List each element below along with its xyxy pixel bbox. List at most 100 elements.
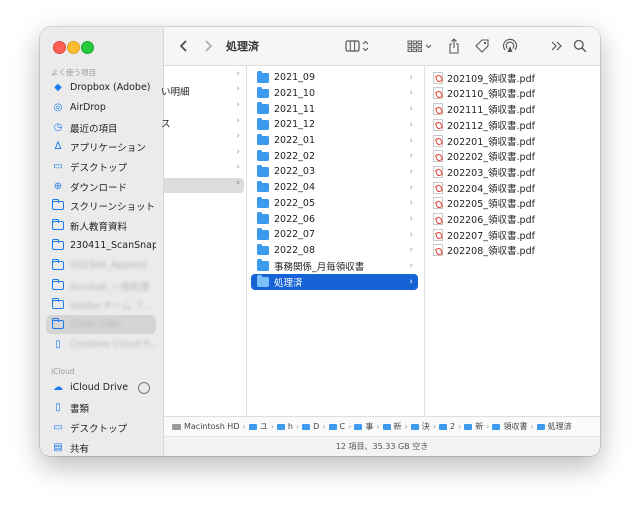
sidebar-item-adobe-team[interactable]: Adobe チーム フ...: [46, 295, 156, 314]
pdf-file-icon: [433, 118, 443, 131]
sidebar-item-label: ダウンロード: [70, 182, 128, 194]
file-row[interactable]: 202204_領収書.pdf: [429, 180, 589, 196]
file-name: 202112_領収書.pdf: [447, 120, 535, 132]
sidebar-item-clean[interactable]: Clean Clan: [46, 315, 156, 334]
folder-row[interactable]: 2022_05 ›: [251, 196, 418, 212]
double-chevron-icon: [551, 41, 562, 51]
list-item[interactable]: ›: [164, 100, 244, 115]
list-item[interactable]: ›: [164, 147, 244, 162]
file-row[interactable]: 202111_領収書.pdf: [429, 101, 589, 117]
file-row[interactable]: 202201_領収書.pdf: [429, 133, 589, 149]
sidebar-item-icloud-drive[interactable]: ☁ iCloud Drive: [46, 378, 156, 397]
pdf-file-icon: [433, 87, 443, 100]
sidebar-item-downloads[interactable]: ⊕ ダウンロード: [46, 177, 156, 196]
list-item[interactable]: ス ›: [161, 116, 244, 131]
close-button[interactable]: [53, 41, 66, 54]
list-item[interactable]: ›: [164, 69, 244, 84]
folder-row[interactable]: 2022_04 ›: [251, 180, 418, 196]
search-button[interactable]: [572, 37, 588, 55]
path-segment[interactable]: 新: [464, 421, 483, 432]
path-segment-label: 2: [449, 422, 456, 431]
file-row[interactable]: 202112_領収書.pdf: [429, 117, 589, 133]
group-button[interactable]: [407, 37, 435, 55]
folder-row[interactable]: 2022_03 ›: [251, 164, 418, 180]
sidebar-item-recents[interactable]: ◷ 最近の項目: [46, 118, 156, 137]
path-segment-label: ユ: [259, 422, 268, 431]
sidebar-item-appleid[interactable]: 202304_AppleId: [46, 256, 156, 275]
sidebar-item-icloud-desktop[interactable]: ▭ デスクトップ: [46, 418, 156, 437]
forward-button[interactable]: [200, 37, 216, 55]
sidebar-item-scansnap[interactable]: 230411_ScanSnap: [46, 236, 156, 255]
sidebar-item-documents[interactable]: ▯ 書類: [46, 398, 156, 417]
pdf-file-icon: [433, 228, 443, 241]
path-segment[interactable]: 処理済: [536, 421, 572, 432]
sidebar-item-applications[interactable]: ᐃ アプリケーション: [46, 137, 156, 156]
folder-icon: [257, 243, 269, 256]
folder-icon: [382, 423, 391, 430]
sidebar-item-desktop[interactable]: ▭ デスクトップ: [46, 157, 156, 176]
folder-row[interactable]: 2021_09 ›: [251, 70, 418, 86]
list-item[interactable]: い明細 ›: [161, 84, 244, 99]
file-row[interactable]: 202206_領収書.pdf: [429, 211, 589, 227]
back-button[interactable]: [176, 37, 192, 55]
file-row[interactable]: 202203_領収書.pdf: [429, 164, 589, 180]
sidebar-item-acrobat[interactable]: Acrobat_一括処理: [46, 276, 156, 295]
folder-row[interactable]: 2022_06 ›: [251, 211, 418, 227]
list-item[interactable]: ›: [164, 162, 244, 177]
chevron-right-icon: ›: [409, 276, 413, 287]
folder-row[interactable]: 2022_07 ›: [251, 227, 418, 243]
file-row[interactable]: 202202_領収書.pdf: [429, 149, 589, 165]
icloud-header: iCloud: [51, 367, 75, 376]
sidebar-item-airdrop[interactable]: ◎ AirDrop: [46, 98, 156, 117]
file-row[interactable]: 202207_領収書.pdf: [429, 227, 589, 243]
sidebar-item-training[interactable]: 新人教育資料: [46, 216, 156, 235]
path-segment[interactable]: 新: [382, 421, 402, 432]
airdrop-button[interactable]: [501, 37, 519, 55]
folder-name: 2022_01: [274, 135, 316, 147]
more-toolbar-button[interactable]: [549, 37, 565, 55]
path-segment[interactable]: C: [328, 422, 345, 431]
minimize-button[interactable]: [67, 41, 80, 54]
sidebar-item-label: デスクトップ: [70, 423, 128, 435]
sidebar-item-shared[interactable]: ▤ 共有: [46, 438, 156, 456]
path-segment[interactable]: 領収書: [492, 421, 527, 432]
folder-row[interactable]: 事務関係_月毎領収書 ›: [251, 258, 418, 274]
path-segment[interactable]: h: [276, 422, 293, 431]
path-separator-icon: ›: [404, 422, 408, 431]
folder-icon: [257, 212, 269, 224]
document-icon: ▯: [55, 402, 61, 413]
file-row[interactable]: 202205_領収書.pdf: [429, 196, 589, 212]
folder-row[interactable]: 2022_02 ›: [251, 149, 418, 165]
path-segment[interactable]: 決: [410, 421, 430, 432]
sidebar-item-dropbox[interactable]: ◆ Dropbox (Adobe): [46, 78, 156, 97]
sidebar-item-screenshots[interactable]: スクリーンショット: [46, 196, 156, 215]
file-row[interactable]: 202110_領収書.pdf: [429, 86, 589, 102]
sidebar-item-label: AirDrop: [70, 102, 106, 113]
tag-button[interactable]: [473, 37, 491, 55]
folder-icon: [51, 259, 65, 273]
path-segment[interactable]: ユ: [248, 421, 268, 432]
cloud-icon: ☁: [53, 382, 63, 393]
folder-row[interactable]: 2021_11 ›: [251, 101, 418, 117]
sidebar-item-creative-cloud[interactable]: ▯ Creative Cloud Fi...: [46, 335, 156, 354]
file-name: 202207_領収書.pdf: [447, 230, 535, 242]
folder-row[interactable]: 2021_12 ›: [251, 117, 418, 133]
list-item-selected[interactable]: ›: [164, 178, 244, 193]
share-button[interactable]: [446, 37, 462, 55]
folder-row[interactable]: 2022_08 ›: [251, 243, 418, 259]
view-mode-button[interactable]: [344, 37, 372, 55]
path-segment[interactable]: D: [302, 422, 319, 431]
file-row[interactable]: 202208_領収書.pdf: [429, 243, 589, 259]
sidebar-item-label: デスクトップ: [70, 162, 128, 174]
folder-icon: [257, 259, 269, 271]
path-segment[interactable]: 事: [354, 421, 373, 432]
list-item[interactable]: ›: [164, 131, 244, 146]
path-segment-disk[interactable]: Macintosh HD: [172, 422, 239, 431]
folder-row[interactable]: 処理済 ›: [251, 274, 418, 290]
folder-row[interactable]: 2021_10 ›: [251, 86, 418, 102]
column-folders: 2021_09 › 2021_10 › 2021_11 › 2021_12 › 2022_01 ›…: [247, 66, 425, 416]
file-row[interactable]: 202109_領収書.pdf: [429, 70, 589, 86]
folder-row[interactable]: 2022_01 ›: [251, 133, 418, 149]
path-segment[interactable]: 2: [438, 422, 456, 431]
zoom-button[interactable]: [81, 41, 94, 54]
